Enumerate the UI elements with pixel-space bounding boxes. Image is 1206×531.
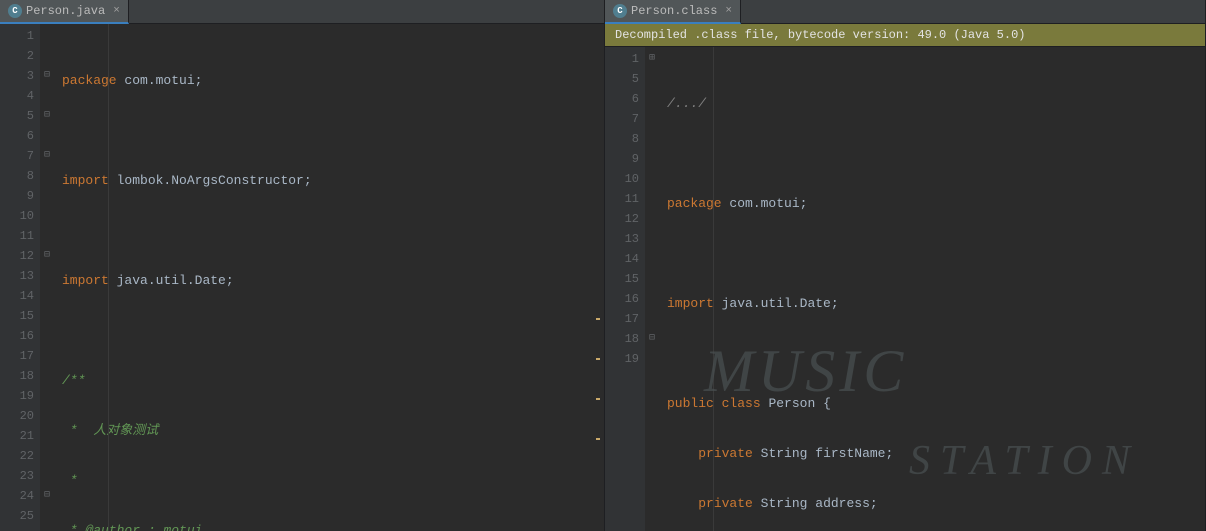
editor-right[interactable]: 15678910111213141516171819 ⊞⊟ /.../ pack… (605, 47, 1205, 531)
tab-bar-right: C Person.class × (605, 0, 1205, 24)
java-class-icon: C (8, 4, 22, 18)
fold-column-right: ⊞⊟ (645, 47, 659, 531)
tab-label: Person.class (631, 4, 717, 18)
fold-column-left: ⊟⊟ ⊟⊟ ⊟ (40, 24, 54, 531)
code-area-right[interactable]: /.../ package com.motui; import java.uti… (659, 47, 1205, 531)
close-icon[interactable]: × (113, 5, 120, 17)
tab-person-java[interactable]: C Person.java × (0, 0, 129, 24)
editor-pane-left: C Person.java × 123456789101112131415161… (0, 0, 605, 531)
tab-bar-left: C Person.java × (0, 0, 604, 24)
code-area-left[interactable]: package com.motui; import lombok.NoArgsC… (54, 24, 604, 531)
tab-label: Person.java (26, 4, 105, 18)
line-gutter-right: 15678910111213141516171819 (605, 47, 645, 531)
tab-person-class[interactable]: C Person.class × (605, 0, 741, 24)
editor-pane-right: C Person.class × Decompiled .class file,… (605, 0, 1206, 531)
close-icon[interactable]: × (725, 5, 732, 17)
editor-left[interactable]: 1234567891011121314151617181920212223242… (0, 24, 604, 531)
line-gutter-left: 1234567891011121314151617181920212223242… (0, 24, 40, 531)
decompile-banner: Decompiled .class file, bytecode version… (605, 24, 1205, 47)
java-class-icon: C (613, 4, 627, 18)
